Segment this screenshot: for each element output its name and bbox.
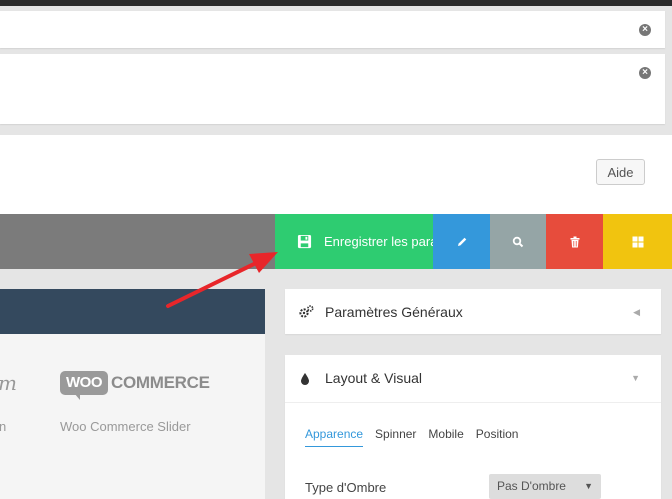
grid-icon bbox=[632, 236, 643, 247]
trash-icon bbox=[570, 236, 579, 247]
layout-tabs: Apparence Spinner Mobile Position bbox=[305, 427, 530, 447]
layout-visual-title[interactable]: Layout & Visual bbox=[325, 370, 422, 386]
source-panel-header bbox=[0, 289, 265, 334]
gears-icon bbox=[299, 305, 314, 318]
source-caption-partial: n bbox=[0, 419, 7, 434]
admin-notice-2: × bbox=[0, 54, 665, 124]
help-button[interactable]: Aide bbox=[596, 159, 645, 185]
shadow-type-value: Pas D'ombre bbox=[497, 479, 566, 493]
slider-header-panel: Aide bbox=[0, 135, 672, 214]
tab-mobile[interactable]: Mobile bbox=[428, 427, 463, 447]
search-icon bbox=[512, 236, 524, 247]
shadow-type-label: Type d'Ombre bbox=[305, 480, 387, 495]
chevron-down-icon: ▼ bbox=[584, 481, 593, 491]
caret-down-icon[interactable]: ▼ bbox=[631, 373, 640, 383]
source-logo-partial[interactable]: m bbox=[0, 371, 17, 395]
general-settings-title: Paramètres Généraux bbox=[325, 304, 463, 320]
slider-toolbar: Enregistrer les paramètres bbox=[0, 214, 672, 269]
edit-button[interactable] bbox=[433, 214, 490, 269]
admin-notice-1: × bbox=[0, 11, 665, 48]
pencil-icon bbox=[457, 237, 466, 246]
woo-logo-bubble: WOO bbox=[60, 371, 108, 395]
tab-position[interactable]: Position bbox=[476, 427, 519, 447]
woo-logo-tail bbox=[74, 393, 80, 400]
caret-left-icon[interactable]: ◀ bbox=[633, 307, 640, 318]
layout-visual-box: Layout & Visual ▼ Apparence Spinner Mobi… bbox=[285, 355, 661, 499]
shadow-type-select[interactable]: Pas D'ombre ▼ bbox=[489, 474, 601, 499]
save-icon bbox=[297, 234, 312, 249]
close-icon[interactable]: × bbox=[639, 67, 651, 79]
drop-icon bbox=[301, 373, 309, 385]
general-settings-box[interactable]: Paramètres Généraux ◀ bbox=[285, 289, 661, 334]
save-settings-button[interactable]: Enregistrer les paramètres bbox=[275, 214, 433, 269]
tab-spinner[interactable]: Spinner bbox=[375, 427, 416, 447]
woocommerce-caption: Woo Commerce Slider bbox=[60, 419, 191, 434]
box-divider bbox=[285, 402, 661, 403]
delete-button[interactable] bbox=[546, 214, 603, 269]
slides-button[interactable] bbox=[603, 214, 672, 269]
close-icon[interactable]: × bbox=[639, 24, 651, 36]
slider-source-panel: m n WOO COMMERCE Woo Commerce Slider bbox=[0, 289, 265, 499]
save-settings-label: Enregistrer les paramètres bbox=[324, 234, 433, 249]
preview-button[interactable] bbox=[490, 214, 546, 269]
admin-top-bar bbox=[0, 0, 672, 6]
tab-apparence[interactable]: Apparence bbox=[305, 427, 364, 447]
woo-logo-commerce: COMMERCE bbox=[111, 373, 210, 392]
